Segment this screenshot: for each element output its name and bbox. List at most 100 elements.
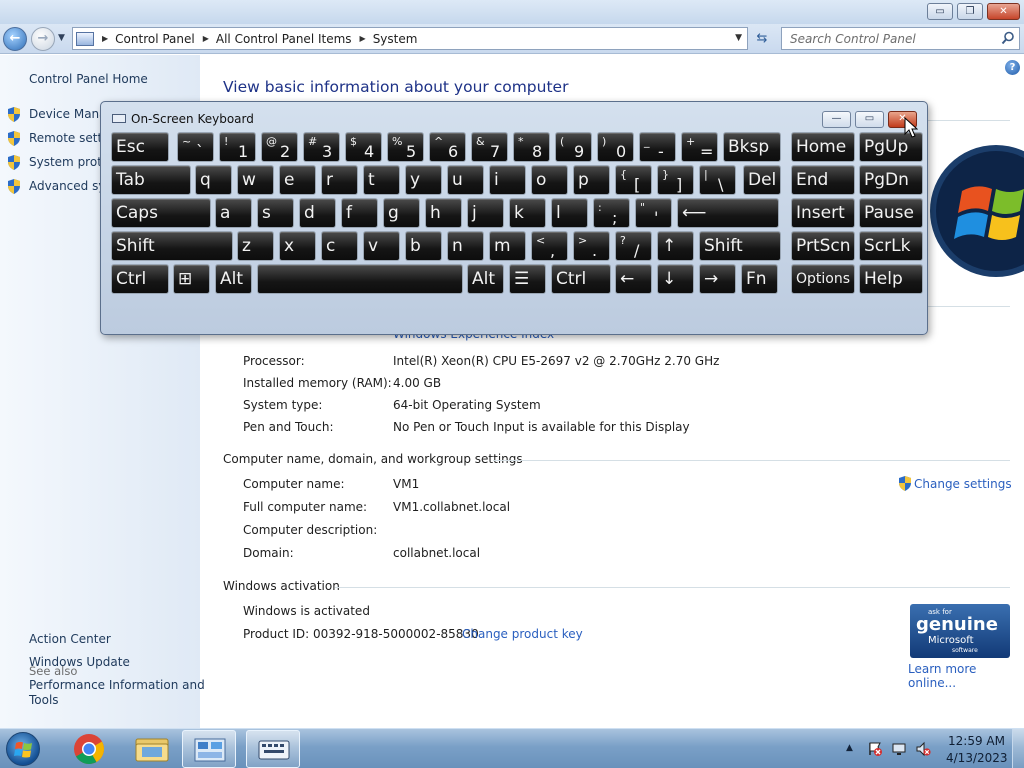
key-symbol-3-8[interactable]: <,: [531, 231, 568, 261]
key-end[interactable]: End: [791, 165, 855, 195]
osk-maximize-button[interactable]: ▭: [855, 111, 884, 128]
refresh-button[interactable]: ⇆: [752, 29, 772, 49]
key-m[interactable]: m: [489, 231, 526, 261]
key-fn[interactable]: Fn: [741, 264, 778, 294]
action-center-icon[interactable]: [867, 741, 883, 757]
key-q[interactable]: q: [195, 165, 232, 195]
key-symbol-3-10[interactable]: ? /: [615, 231, 652, 261]
key-pause[interactable]: Pause: [859, 198, 923, 228]
change-product-key-link[interactable]: Change product key: [462, 627, 583, 641]
key-help[interactable]: Help: [859, 264, 923, 294]
close-button[interactable]: ✕: [987, 3, 1020, 20]
start-button[interactable]: [6, 732, 40, 766]
key-r[interactable]: r: [321, 165, 358, 195]
key-home[interactable]: Home: [791, 132, 855, 162]
key-bksp[interactable]: Bksp: [723, 132, 781, 162]
key-g[interactable]: g: [383, 198, 420, 228]
key-a[interactable]: a: [215, 198, 252, 228]
restore-button[interactable]: ❐: [957, 3, 983, 20]
key-ctrl[interactable]: Ctrl: [551, 264, 611, 294]
key-t[interactable]: t: [363, 165, 400, 195]
key-symbol-2-11[interactable]: " ': [635, 198, 672, 228]
key-d[interactable]: d: [299, 198, 336, 228]
key-symbol-2-12[interactable]: ⟵: [677, 198, 779, 228]
key-1[interactable]: ! 1: [219, 132, 256, 162]
genuine-microsoft-badge[interactable]: ask for genuine Microsoft software: [910, 604, 1010, 658]
key-menu[interactable]: ☰: [509, 264, 546, 294]
key-symbol-1-12[interactable]: }]: [657, 165, 694, 195]
key-8[interactable]: * 8: [513, 132, 550, 162]
chevron-right-icon[interactable]: ▶: [102, 34, 108, 43]
minimize-button[interactable]: ▭: [927, 3, 953, 20]
see-also-windows-update[interactable]: Windows Update: [29, 655, 130, 669]
key-prtscn[interactable]: PrtScn: [791, 231, 855, 261]
key-j[interactable]: j: [467, 198, 504, 228]
key-i[interactable]: i: [489, 165, 526, 195]
change-settings-link[interactable]: Change settings: [914, 477, 1012, 491]
key-del[interactable]: Del: [743, 165, 781, 195]
key-4[interactable]: $4: [345, 132, 382, 162]
key-3[interactable]: #3: [303, 132, 340, 162]
chevron-right-icon[interactable]: ▶: [360, 34, 366, 43]
key-9[interactable]: (9: [555, 132, 592, 162]
key-shift[interactable]: Shift: [111, 231, 233, 261]
key-ctrl[interactable]: Ctrl: [111, 264, 169, 294]
osk-titlebar[interactable]: On-Screen Keyboard — ▭ ✕: [101, 102, 927, 132]
key-windows[interactable]: ⊞: [173, 264, 210, 294]
key-symbol-4-9[interactable]: →: [699, 264, 736, 294]
see-also-performance-info[interactable]: Performance Information and: [29, 678, 205, 692]
key-f[interactable]: f: [341, 198, 378, 228]
breadcrumb-all-items[interactable]: All Control Panel Items: [216, 32, 352, 46]
key-7[interactable]: & 7: [471, 132, 508, 162]
key-scrlk[interactable]: ScrLk: [859, 231, 923, 261]
key-5[interactable]: % 5: [387, 132, 424, 162]
key-symbol-4-8[interactable]: ↓: [657, 264, 694, 294]
see-also-performance-info-tools[interactable]: Tools: [29, 693, 59, 707]
address-bar[interactable]: ▶ Control Panel ▶ All Control Panel Item…: [72, 27, 748, 50]
show-hidden-icons-button[interactable]: ▲: [846, 743, 853, 753]
clock-date[interactable]: 4/13/2023: [946, 751, 1008, 765]
taskbar-on-screen-keyboard[interactable]: [246, 730, 300, 768]
key-symbol-3-9[interactable]: >.: [573, 231, 610, 261]
key-h[interactable]: h: [425, 198, 462, 228]
search-icon[interactable]: [1001, 31, 1015, 45]
key-symbol-1-13[interactable]: | \: [699, 165, 736, 195]
key-symbol-0-12[interactable]: _ -: [639, 132, 676, 162]
control-panel-home-link[interactable]: Control Panel Home: [29, 72, 148, 86]
key-caps[interactable]: Caps: [111, 198, 211, 228]
key-symbol-2-10[interactable]: :;: [593, 198, 630, 228]
osk-minimize-button[interactable]: —: [822, 111, 851, 128]
taskbar-control-panel[interactable]: [182, 730, 236, 768]
key-x[interactable]: x: [279, 231, 316, 261]
key-symbol-0-13[interactable]: + =: [681, 132, 718, 162]
key-b[interactable]: b: [405, 231, 442, 261]
key-options[interactable]: Options: [791, 264, 855, 294]
volume-muted-icon[interactable]: [915, 741, 931, 757]
taskbar-chrome[interactable]: [62, 730, 116, 768]
key-shift[interactable]: Shift: [699, 231, 781, 261]
key-u[interactable]: u: [447, 165, 484, 195]
key-l[interactable]: l: [551, 198, 588, 228]
search-input[interactable]: Search Control Panel: [781, 27, 1020, 50]
key-symbol-4-7[interactable]: ←: [615, 264, 652, 294]
chevron-right-icon[interactable]: ▶: [203, 34, 209, 43]
key-k[interactable]: k: [509, 198, 546, 228]
show-desktop-button[interactable]: [1012, 729, 1024, 768]
breadcrumb-control-panel[interactable]: Control Panel: [115, 32, 195, 46]
key-e[interactable]: e: [279, 165, 316, 195]
key-symbol-0-1[interactable]: ~ `: [177, 132, 214, 162]
key-v[interactable]: v: [363, 231, 400, 261]
key-s[interactable]: s: [257, 198, 294, 228]
key-0[interactable]: ) 0: [597, 132, 634, 162]
key-alt[interactable]: Alt: [467, 264, 504, 294]
key-y[interactable]: y: [405, 165, 442, 195]
key-6[interactable]: ^ 6: [429, 132, 466, 162]
key-insert[interactable]: Insert: [791, 198, 855, 228]
breadcrumb-system[interactable]: System: [373, 32, 418, 46]
learn-more-online-link[interactable]: Learn more online...: [908, 662, 1024, 690]
key-symbol-1-11[interactable]: {[: [615, 165, 652, 195]
clock-time[interactable]: 12:59 AM: [948, 734, 1005, 748]
key-tab[interactable]: Tab: [111, 165, 191, 195]
help-icon[interactable]: ?: [1005, 60, 1020, 75]
key-symbol-3-11[interactable]: ↑: [657, 231, 694, 261]
